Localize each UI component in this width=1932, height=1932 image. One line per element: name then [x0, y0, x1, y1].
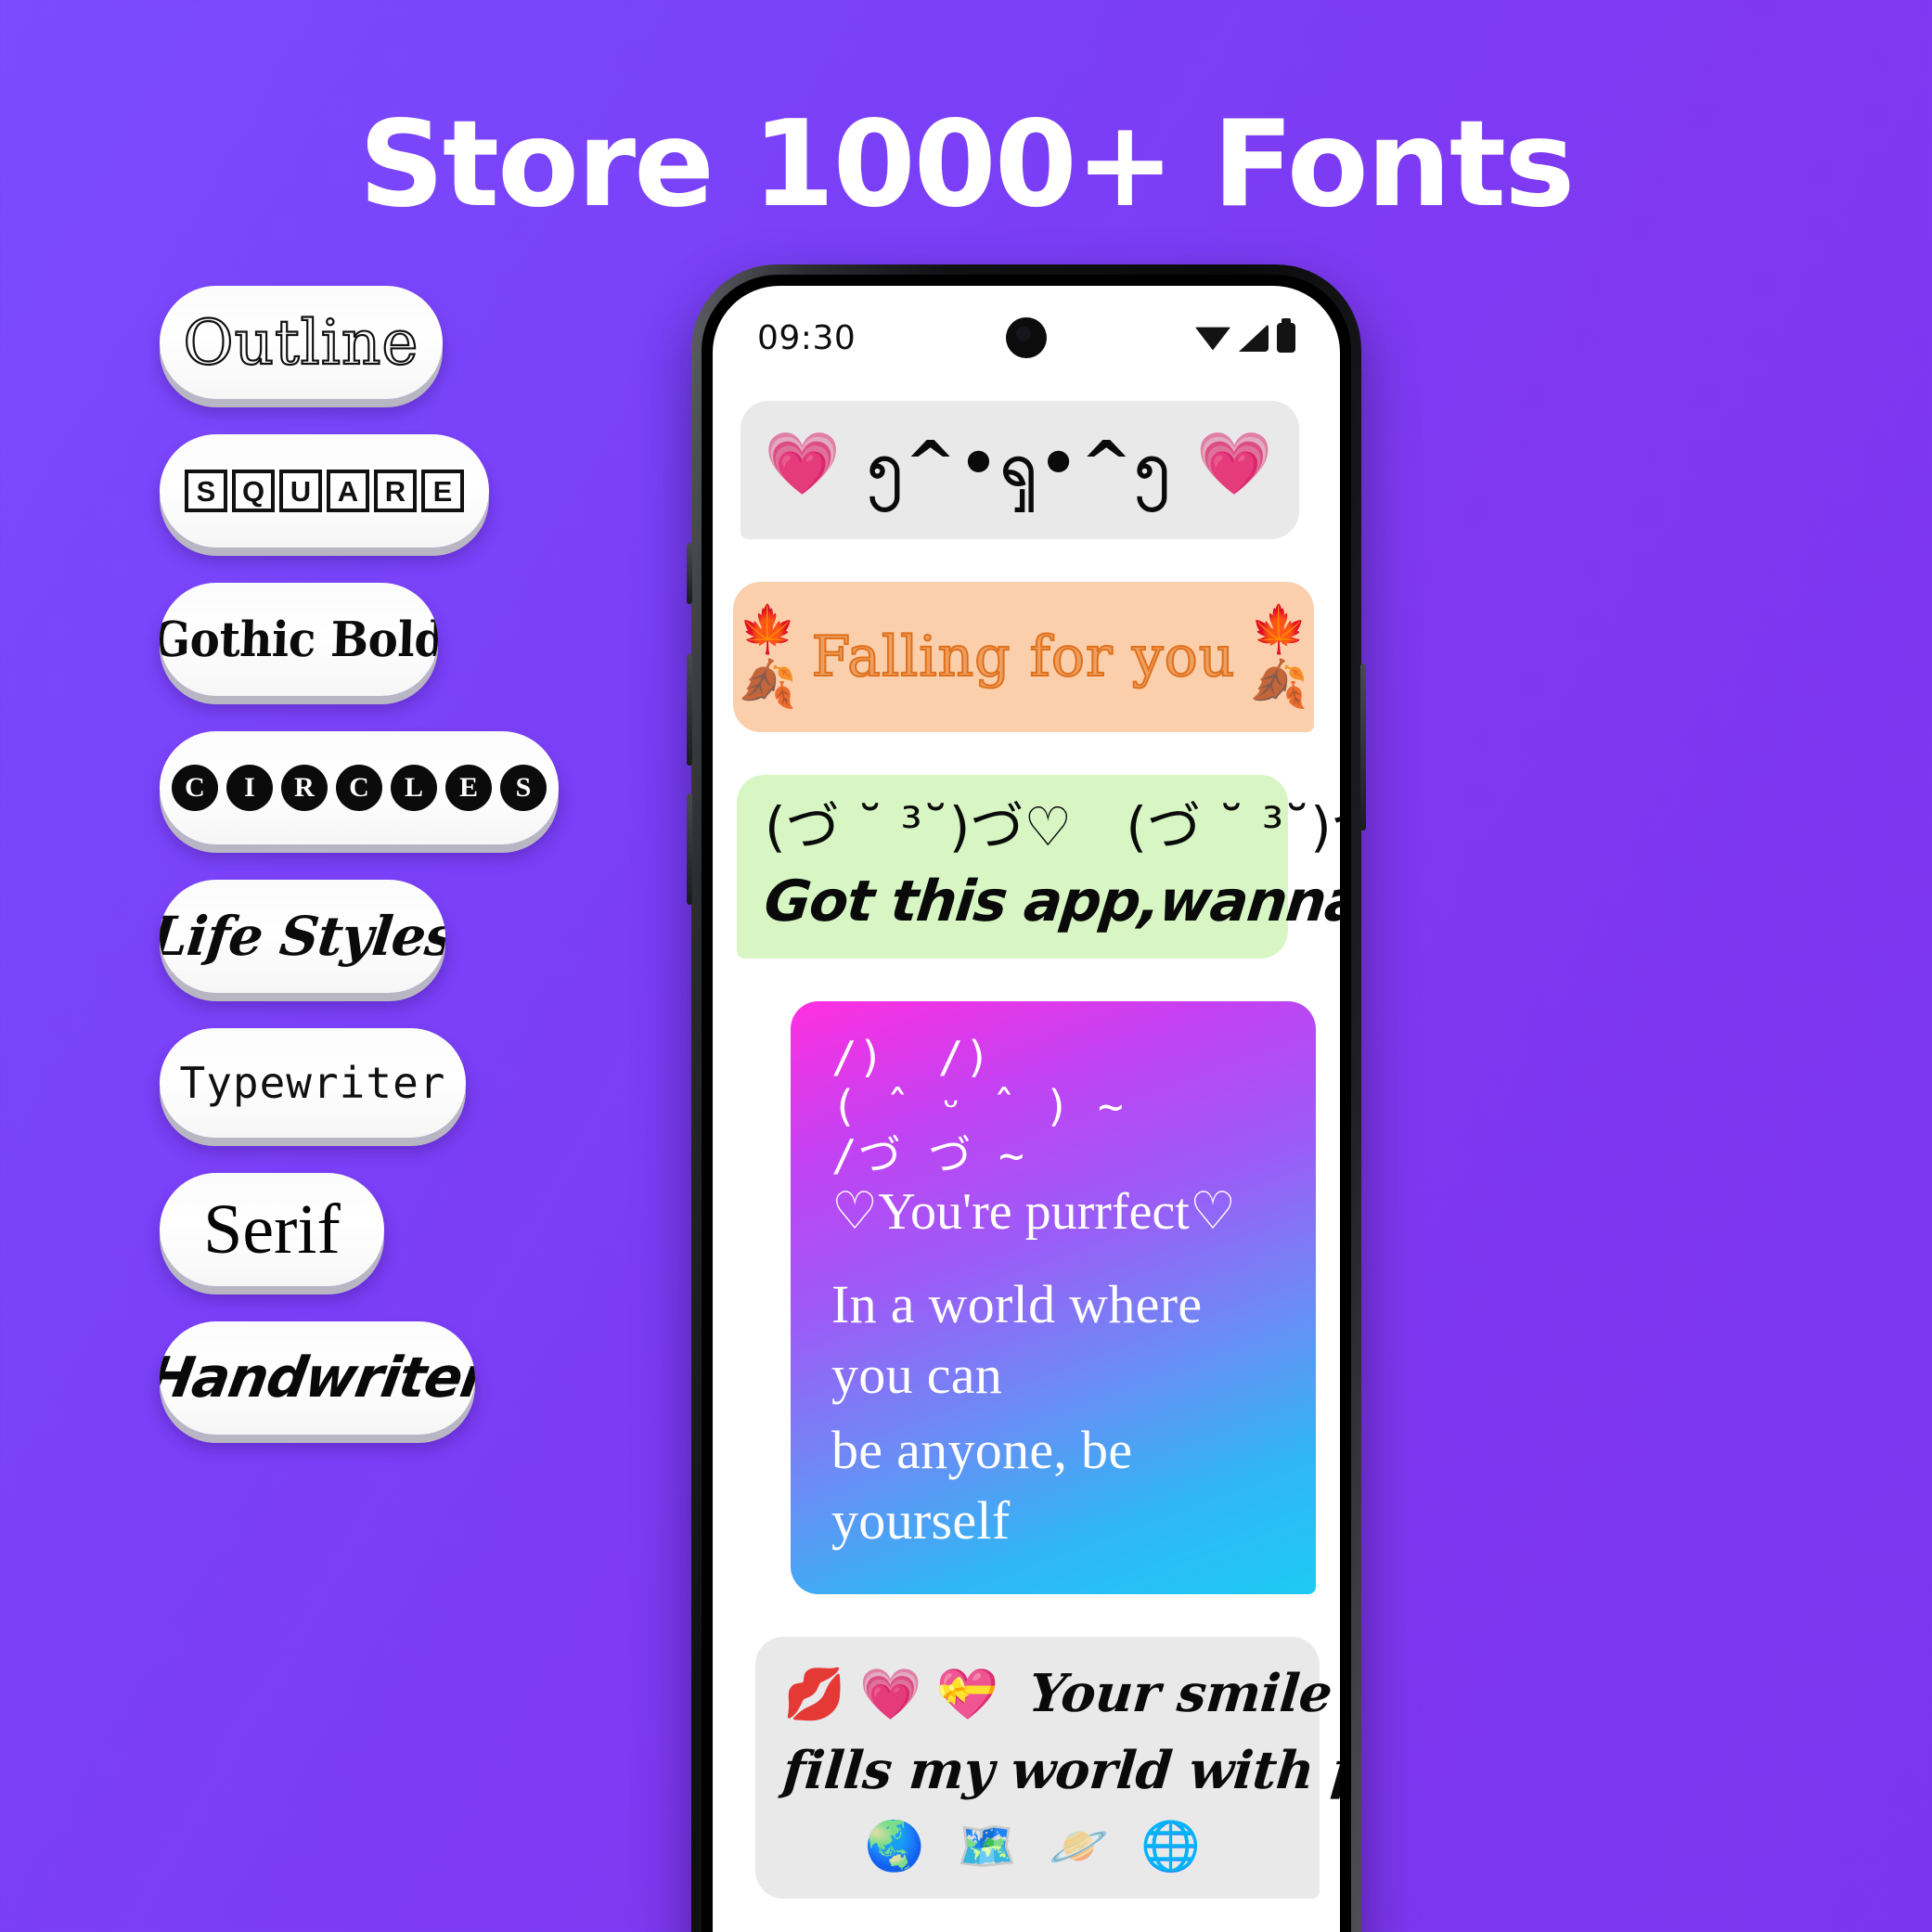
boxed-letter: R — [374, 470, 417, 512]
font-pill-typewriter[interactable]: Typewriter — [160, 1028, 466, 1138]
font-pill-life-styles[interactable]: Life Styles — [160, 880, 445, 993]
font-pill-label-gothic-bold: Gothic Bold — [160, 611, 438, 668]
phone-volume-up-button[interactable] — [687, 654, 692, 766]
phone-bezel: 09:30 💗 ၅^•ၡ•^၅ 💗 🍁🍂 Falling for you 🍁🍂 … — [702, 275, 1351, 1932]
font-pill-label-serif: Serif — [203, 1190, 341, 1269]
maple-leaf-emoji-right: 🍁🍂 — [1250, 603, 1308, 710]
chat-bubble-quote-line-2: be anyone, be yourself — [831, 1419, 1133, 1552]
chat-bubble-text: Falling for you — [811, 624, 1236, 690]
phone-volume-down-button[interactable] — [687, 793, 692, 905]
chat-bubble-quote-line-1: In a world where you can — [831, 1273, 1203, 1406]
maple-leaf-emoji-left: 🍁🍂 — [739, 603, 797, 710]
wifi-icon — [1195, 327, 1230, 351]
circled-letter: C — [172, 765, 218, 811]
chat-bubble-your-smile[interactable]: 💋 💗 💝 Your smile 😊 😻 😄 fills my world wi… — [755, 1636, 1340, 1899]
boxed-letter: A — [327, 470, 369, 512]
font-pill-label-outline: Outline — [182, 305, 419, 379]
boxed-letter: U — [279, 470, 322, 512]
status-bar: 09:30 — [713, 286, 1340, 390]
phone-silent-switch[interactable] — [687, 543, 692, 604]
font-pill-square[interactable]: S Q U A R E — [160, 434, 489, 547]
chat-bubble-text: 💗 ၅^•ၡ•^၅ 💗 — [764, 428, 1276, 499]
font-pill-label-circles: C I R C L E S — [172, 765, 547, 811]
font-pill-label-handwriter: Handwriter — [160, 1346, 475, 1410]
chat-thread: 💗 ၅^•ၡ•^၅ 💗 🍁🍂 Falling for you 🍁🍂 (づ ˘ ³… — [713, 390, 1340, 1899]
circled-letter: E — [445, 765, 492, 811]
font-style-list: Outline S Q U A R E Gothic Bold C I R C … — [160, 286, 679, 1470]
front-camera-punch-hole — [1006, 317, 1047, 358]
status-clock: 09:30 — [757, 318, 857, 357]
battery-icon — [1277, 318, 1295, 353]
circled-letter: L — [391, 765, 437, 811]
phone-mockup: 09:30 💗 ၅^•ၡ•^၅ 💗 🍁🍂 Falling for you 🍁🍂 … — [687, 264, 1366, 1932]
chat-bubble-text: Your smile — [1025, 1662, 1334, 1724]
page-title: Store 1000+ Fonts — [358, 96, 1576, 234]
font-pill-handwriter[interactable]: Handwriter — [160, 1321, 475, 1435]
circled-letter: C — [336, 765, 382, 811]
phone-power-button[interactable] — [1360, 663, 1366, 831]
font-pill-label-square: S Q U A R E — [185, 470, 464, 512]
chat-bubble-got-this-app[interactable]: (づ ˘ ³˘)づ♡ (づ ˘ ³˘)づ♡ Got this app,wanna… — [737, 775, 1340, 959]
signal-icon — [1239, 324, 1269, 352]
chat-bubble-line-2: fills my world with pleasure — [780, 1739, 1340, 1801]
circled-letter: I — [226, 765, 273, 811]
font-pill-label-life-styles: Life Styles — [160, 905, 445, 968]
chat-bubble-kaomoji-line: (づ ˘ ³˘)づ♡ (づ ˘ ³˘)づ♡ — [765, 795, 1340, 858]
chat-bubble-globe-emoji-row: 🌏 🗺️ 🪐 🌐 — [864, 1819, 1211, 1874]
circled-letter: S — [500, 765, 547, 811]
font-pill-label-typewriter: Typewriter — [179, 1058, 446, 1108]
boxed-letter: Q — [232, 470, 275, 512]
font-pill-gothic-bold[interactable]: Gothic Bold — [160, 583, 438, 696]
chat-bubble-line-1: 💋 💗 💝 Your smile 😊 😻 😄 — [783, 1663, 1334, 1725]
boxed-letter: E — [421, 470, 464, 512]
phone-screen: 09:30 💗 ၅^•ၡ•^၅ 💗 🍁🍂 Falling for you 🍁🍂 … — [713, 286, 1340, 1932]
boxed-letter: S — [185, 470, 227, 512]
chat-bubble-text: Got this app,wanna try? — [761, 868, 1340, 934]
circled-letter: R — [281, 765, 328, 811]
chat-bubble-kaomoji-cat[interactable]: 💗 ၅^•ၡ•^၅ 💗 — [741, 401, 1299, 539]
status-icon-group — [1195, 318, 1295, 353]
chat-bubble-purrfect[interactable]: /) /) ( ˆ ᵕ ˆ ) ~ /づ づ ~♡You're purrfect… — [791, 1000, 1316, 1594]
font-pill-circles[interactable]: C I R C L E S — [160, 731, 559, 844]
font-pill-serif[interactable]: Serif — [160, 1173, 384, 1286]
chat-bubble-tagline: ♡You're purrfect♡ — [831, 1182, 1237, 1241]
font-pill-outline[interactable]: Outline — [160, 286, 443, 399]
chat-bubble-bunny-kaomoji: /) /) ( ˆ ᵕ ˆ ) ~ /づ づ ~ — [831, 1031, 1125, 1181]
chat-bubble-falling-for-you[interactable]: 🍁🍂 Falling for you 🍁🍂 — [733, 582, 1314, 732]
kiss-heart-emoji-left: 💋 💗 💝 — [783, 1666, 998, 1722]
